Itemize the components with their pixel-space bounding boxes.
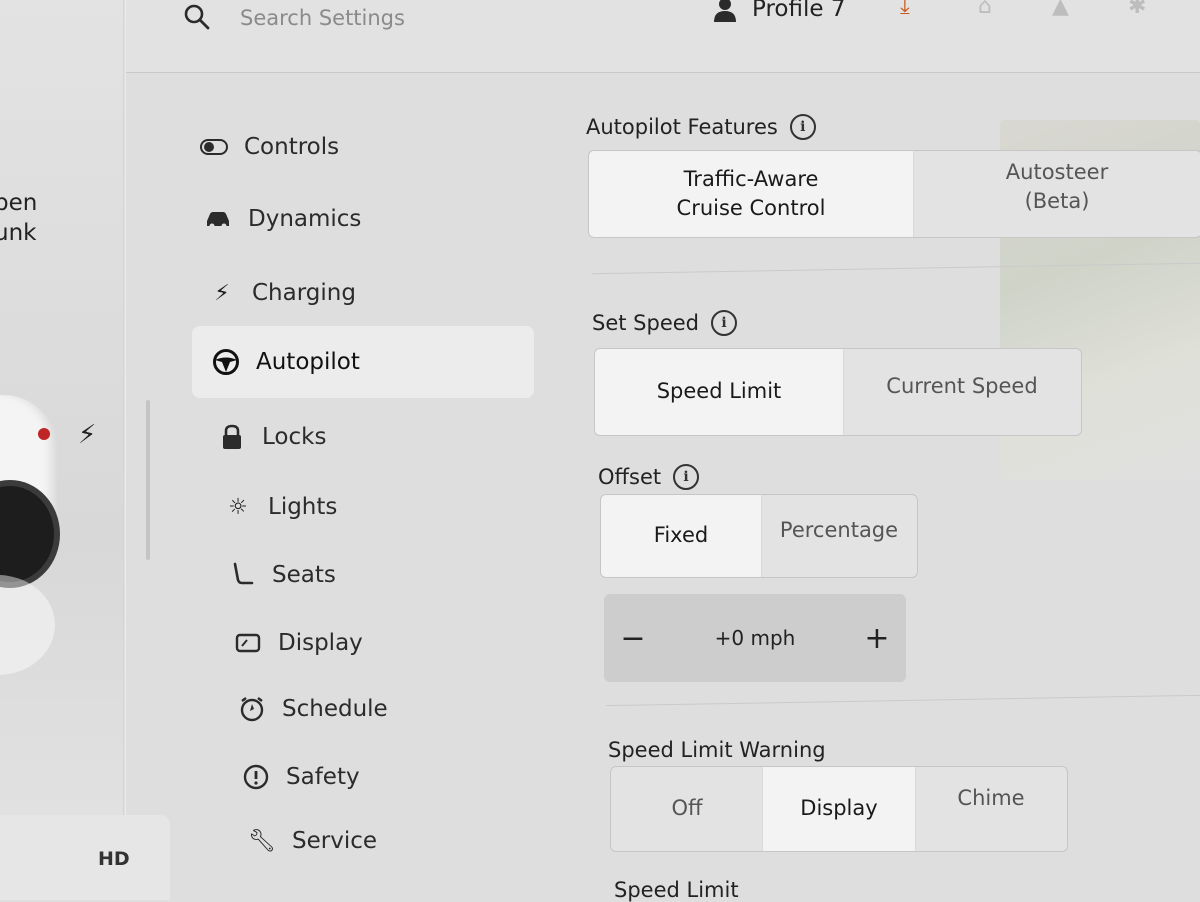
section-title: Set Speed [592,311,699,335]
seat-icon [224,562,260,588]
sidebar-item-lights[interactable]: ☼ Lights [220,480,520,534]
warning-chime-option[interactable]: Chime [915,767,1067,851]
sidebar-item-label: Charging [252,280,356,306]
autopilot-features-label: Autopilot Features i [586,114,816,140]
info-icon[interactable]: i [673,464,700,490]
lock-icon [214,424,250,450]
sidebar-item-charging[interactable]: ⚡ Charging [204,266,504,320]
sidebar-item-display[interactable]: Display [230,616,530,670]
section-title: Offset [598,465,662,489]
hd-icon[interactable]: HD [98,848,130,870]
fixed-option[interactable]: Fixed [601,495,761,577]
sidebar-item-label: Controls [244,134,340,160]
car-icon [200,209,236,229]
search-icon[interactable] [182,2,212,32]
sidebar-item-label: Display [278,630,363,656]
profile-label[interactable]: Profile 7 [752,0,845,22]
speed-limit-label: Speed Limit [614,878,739,902]
car-reflection [0,575,55,675]
offset-label: Offset i [598,464,700,490]
info-icon[interactable]: i [711,310,737,336]
speed-limit-option[interactable]: Speed Limit [595,349,843,435]
traffic-aware-cruise-control-option[interactable]: Traffic-Aware Cruise Control [589,151,913,237]
download-icon[interactable]: ⤓ [900,0,910,19]
sidebar-item-seats[interactable]: Seats [224,548,524,602]
bolt-icon: ⚡ [214,280,230,306]
sidebar-item-safety[interactable]: Safety [238,750,538,804]
search-input[interactable] [230,0,550,36]
alarm-clock-icon [234,696,270,722]
garage-icon[interactable]: ⌂ [978,0,992,19]
steering-wheel-icon [208,348,244,376]
toggle-icon [196,139,232,155]
car-panel-scrollbar[interactable] [146,400,150,560]
wrench-icon: 🔧︎ [248,828,276,854]
bell-icon[interactable]: ▲ [1052,0,1069,19]
open-trunk-label-line2[interactable]: unk [0,220,36,246]
set-speed-label: Set Speed i [592,310,737,336]
section-title: Autopilot Features [586,115,778,139]
sidebar-item-controls[interactable]: Controls [196,120,496,174]
section-title: Speed Limit [614,878,739,902]
current-speed-option[interactable]: Current Speed [843,349,1081,435]
sidebar-item-locks[interactable]: Locks [214,410,514,464]
percentage-option[interactable]: Percentage [761,495,917,577]
divider [606,694,1200,707]
speed-limit-warning-label: Speed Limit Warning [608,738,826,762]
bottom-left-panel [0,815,170,900]
open-trunk-label-line1[interactable]: pen [0,190,37,216]
speed-limit-warning-selector: Off Display Chime [610,766,1068,852]
panel-edge [123,0,126,900]
autosteer-option[interactable]: Autosteer (Beta) [913,151,1200,237]
warning-display-option[interactable]: Display [763,767,915,851]
set-speed-selector: Speed Limit Current Speed [594,348,1082,436]
sun-icon: ☼ [228,494,248,520]
sidebar-item-label: Schedule [282,696,388,722]
offset-value: +0 mph [714,626,796,650]
sidebar-item-label: Lights [268,494,338,520]
sidebar-item-dynamics[interactable]: Dynamics [200,192,500,246]
offset-selector: Fixed Percentage [600,494,918,578]
sidebar-item-label: Locks [262,424,327,450]
sidebar-item-label: Dynamics [248,206,362,232]
bluetooth-icon[interactable]: ✱ [1128,0,1146,19]
section-title: Speed Limit Warning [608,738,826,762]
sidebar-item-label: Seats [272,562,336,588]
person-icon[interactable] [712,0,738,22]
charge-port-icon[interactable]: ⚡ [78,420,96,450]
sidebar-item-label: Safety [286,764,360,790]
decrease-offset-button[interactable]: − [604,621,662,656]
sidebar-item-label: Autopilot [256,349,360,375]
increase-offset-button[interactable]: + [848,621,906,656]
car-panel: pen unk ⚡ [0,0,126,900]
autopilot-features-selector: Traffic-Aware Cruise Control Autosteer (… [588,150,1200,238]
tail-light [38,428,50,440]
warning-off-option[interactable]: Off [611,767,763,851]
sidebar-item-label: Service [292,828,378,854]
alert-circle-icon [238,764,274,790]
info-icon[interactable]: i [789,114,816,140]
sidebar-item-autopilot[interactable]: Autopilot [192,326,534,398]
sidebar-item-service[interactable]: 🔧︎ Service [244,814,544,868]
display-icon [230,633,266,653]
sidebar-item-schedule[interactable]: Schedule [234,682,534,736]
offset-stepper: − +0 mph + [604,594,906,682]
